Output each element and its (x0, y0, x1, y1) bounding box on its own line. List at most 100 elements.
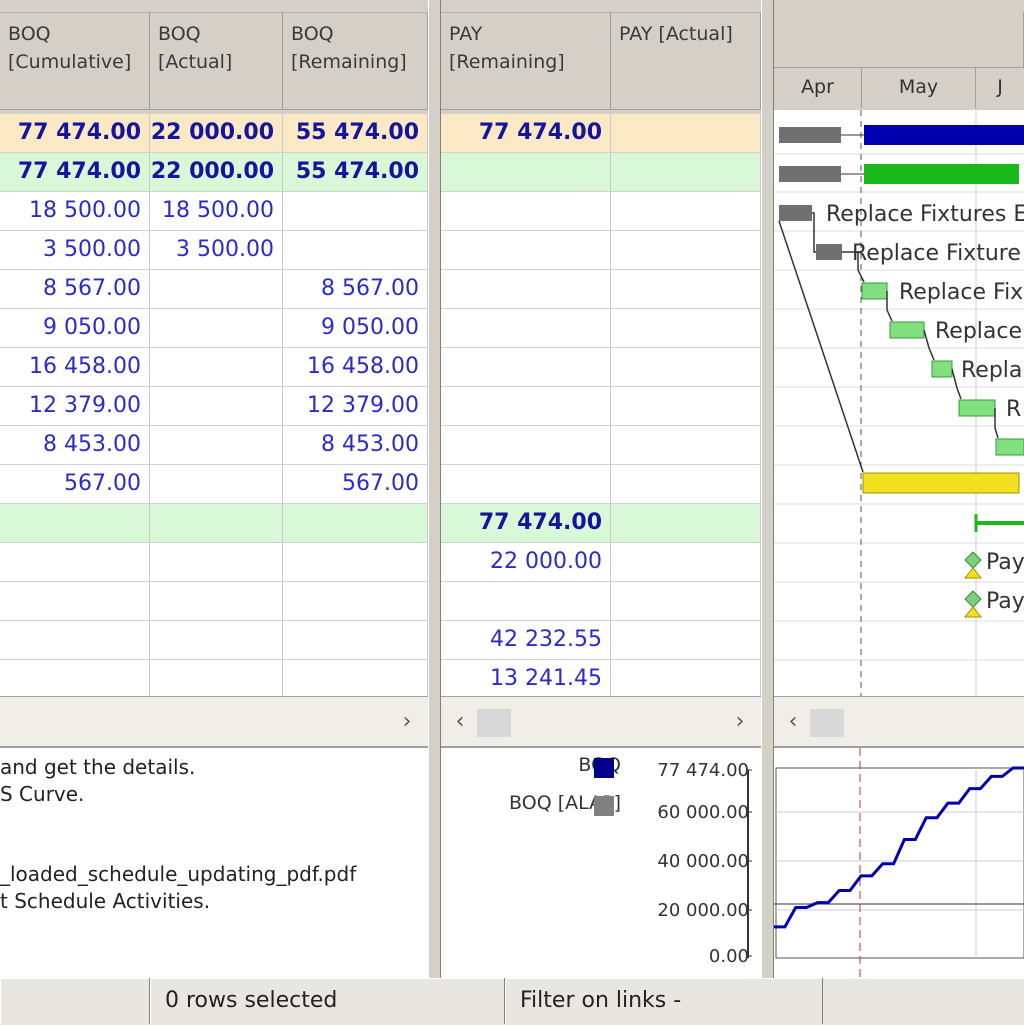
milestone-icon[interactable] (964, 590, 982, 608)
table-cell[interactable]: 42 232.55 (441, 621, 611, 660)
table-cell[interactable]: 3 500.00 (0, 231, 150, 270)
gantt-bar[interactable] (995, 438, 1024, 456)
table-cell[interactable] (283, 543, 428, 582)
table-cell[interactable] (0, 582, 150, 621)
table-cell[interactable] (283, 621, 428, 660)
table-cell[interactable] (441, 192, 611, 231)
table-cell[interactable]: 77 474.00 (0, 153, 150, 192)
table-cell[interactable] (441, 465, 611, 504)
table-cell[interactable]: 8 453.00 (283, 426, 428, 465)
table-cell[interactable] (441, 348, 611, 387)
table-cell[interactable]: 12 379.00 (283, 387, 428, 426)
table-cell[interactable] (611, 270, 761, 309)
table-cell[interactable] (150, 465, 283, 504)
table-cell[interactable] (150, 543, 283, 582)
table-cell[interactable] (150, 309, 283, 348)
col-header-pay-remaining[interactable]: PAY [Remaining] (441, 12, 611, 110)
table-cell[interactable] (283, 660, 428, 699)
hscrollbar-gantt[interactable]: ‹ (774, 696, 1024, 747)
scroll-right-arrow-icon[interactable]: › (392, 697, 422, 747)
gantt-bar[interactable] (889, 321, 925, 339)
table-cell[interactable] (150, 582, 283, 621)
table-cell[interactable] (441, 270, 611, 309)
gantt-bar[interactable] (779, 127, 841, 143)
table-cell[interactable] (611, 387, 761, 426)
table-cell[interactable] (441, 387, 611, 426)
table-cell[interactable] (283, 504, 428, 543)
table-cell[interactable] (150, 621, 283, 660)
table-cell[interactable]: 9 050.00 (0, 309, 150, 348)
table-cell[interactable] (611, 231, 761, 270)
scroll-right-arrow-icon[interactable]: › (725, 697, 755, 747)
table-cell[interactable] (441, 309, 611, 348)
table-cell[interactable]: 3 500.00 (150, 231, 283, 270)
table-cell[interactable] (611, 153, 761, 192)
table-cell[interactable] (611, 543, 761, 582)
table-cell[interactable]: 16 458.00 (0, 348, 150, 387)
gantt-bar[interactable] (862, 472, 1020, 494)
gantt-bar[interactable] (816, 244, 842, 260)
table-cell[interactable] (441, 582, 611, 621)
table-cell[interactable] (441, 231, 611, 270)
table-cell[interactable]: 13 241.45 (441, 660, 611, 699)
hscrollbar-left[interactable]: › (0, 696, 428, 747)
table-cell[interactable] (150, 387, 283, 426)
table-cell[interactable] (283, 192, 428, 231)
table-cell[interactable]: 16 458.00 (283, 348, 428, 387)
table-cell[interactable] (0, 504, 150, 543)
table-cell[interactable]: 22 000.00 (150, 153, 283, 192)
table-cell[interactable]: 8 567.00 (0, 270, 150, 309)
table-cell[interactable]: 567.00 (283, 465, 428, 504)
table-cell[interactable]: 77 474.00 (441, 114, 611, 153)
table-cell[interactable] (441, 153, 611, 192)
table-cell[interactable]: 18 500.00 (0, 192, 150, 231)
table-cell[interactable] (441, 426, 611, 465)
table-cell[interactable] (611, 309, 761, 348)
gantt-bar[interactable] (861, 282, 888, 300)
table-cell[interactable]: 77 474.00 (0, 114, 150, 153)
table-cell[interactable] (611, 114, 761, 153)
scroll-thumb[interactable] (477, 709, 511, 737)
table-cell[interactable]: 8 453.00 (0, 426, 150, 465)
gantt-bar[interactable] (864, 164, 1019, 184)
scroll-thumb[interactable] (810, 709, 844, 737)
col-header-boq-actual[interactable]: BOQ [Actual] (150, 12, 283, 110)
table-cell[interactable] (611, 426, 761, 465)
col-header-boq-cumulative[interactable]: BOQ [Cumulative] (0, 12, 150, 110)
table-cell[interactable] (150, 660, 283, 699)
table-cell[interactable]: 8 567.00 (283, 270, 428, 309)
table-cell[interactable] (611, 504, 761, 543)
gantt-bar[interactable] (931, 360, 953, 378)
col-header-pay-actual[interactable]: PAY [Actual] (611, 12, 761, 110)
table-cell[interactable]: 22 000.00 (150, 114, 283, 153)
hscrollbar-middle[interactable]: ‹ › (441, 696, 761, 747)
table-cell[interactable]: 567.00 (0, 465, 150, 504)
table-cell[interactable] (0, 660, 150, 699)
table-cell[interactable] (150, 270, 283, 309)
notes-line[interactable]: _loaded_schedule_updating_pdf.pdf (0, 861, 356, 888)
gantt-bar[interactable] (779, 205, 812, 221)
table-cell[interactable] (283, 582, 428, 621)
milestone-icon[interactable] (964, 551, 982, 569)
col-header-boq-remaining[interactable]: BOQ [Remaining] (283, 12, 428, 110)
scroll-left-arrow-icon[interactable]: ‹ (778, 697, 808, 747)
table-cell[interactable] (611, 348, 761, 387)
gantt-bar[interactable] (864, 125, 1024, 145)
scroll-left-arrow-icon[interactable]: ‹ (445, 697, 475, 747)
table-cell[interactable]: 18 500.00 (150, 192, 283, 231)
gantt-bar[interactable] (958, 399, 996, 417)
table-cell[interactable] (611, 582, 761, 621)
table-cell[interactable]: 55 474.00 (283, 153, 428, 192)
table-cell[interactable]: 9 050.00 (283, 309, 428, 348)
table-cell[interactable] (150, 504, 283, 543)
table-cell[interactable] (611, 192, 761, 231)
table-cell[interactable] (150, 426, 283, 465)
table-cell[interactable]: 12 379.00 (0, 387, 150, 426)
table-cell[interactable] (611, 660, 761, 699)
table-cell[interactable] (611, 621, 761, 660)
table-cell[interactable] (611, 465, 761, 504)
table-cell[interactable] (150, 348, 283, 387)
table-cell[interactable]: 77 474.00 (441, 504, 611, 543)
table-cell[interactable] (0, 621, 150, 660)
table-cell[interactable]: 55 474.00 (283, 114, 428, 153)
